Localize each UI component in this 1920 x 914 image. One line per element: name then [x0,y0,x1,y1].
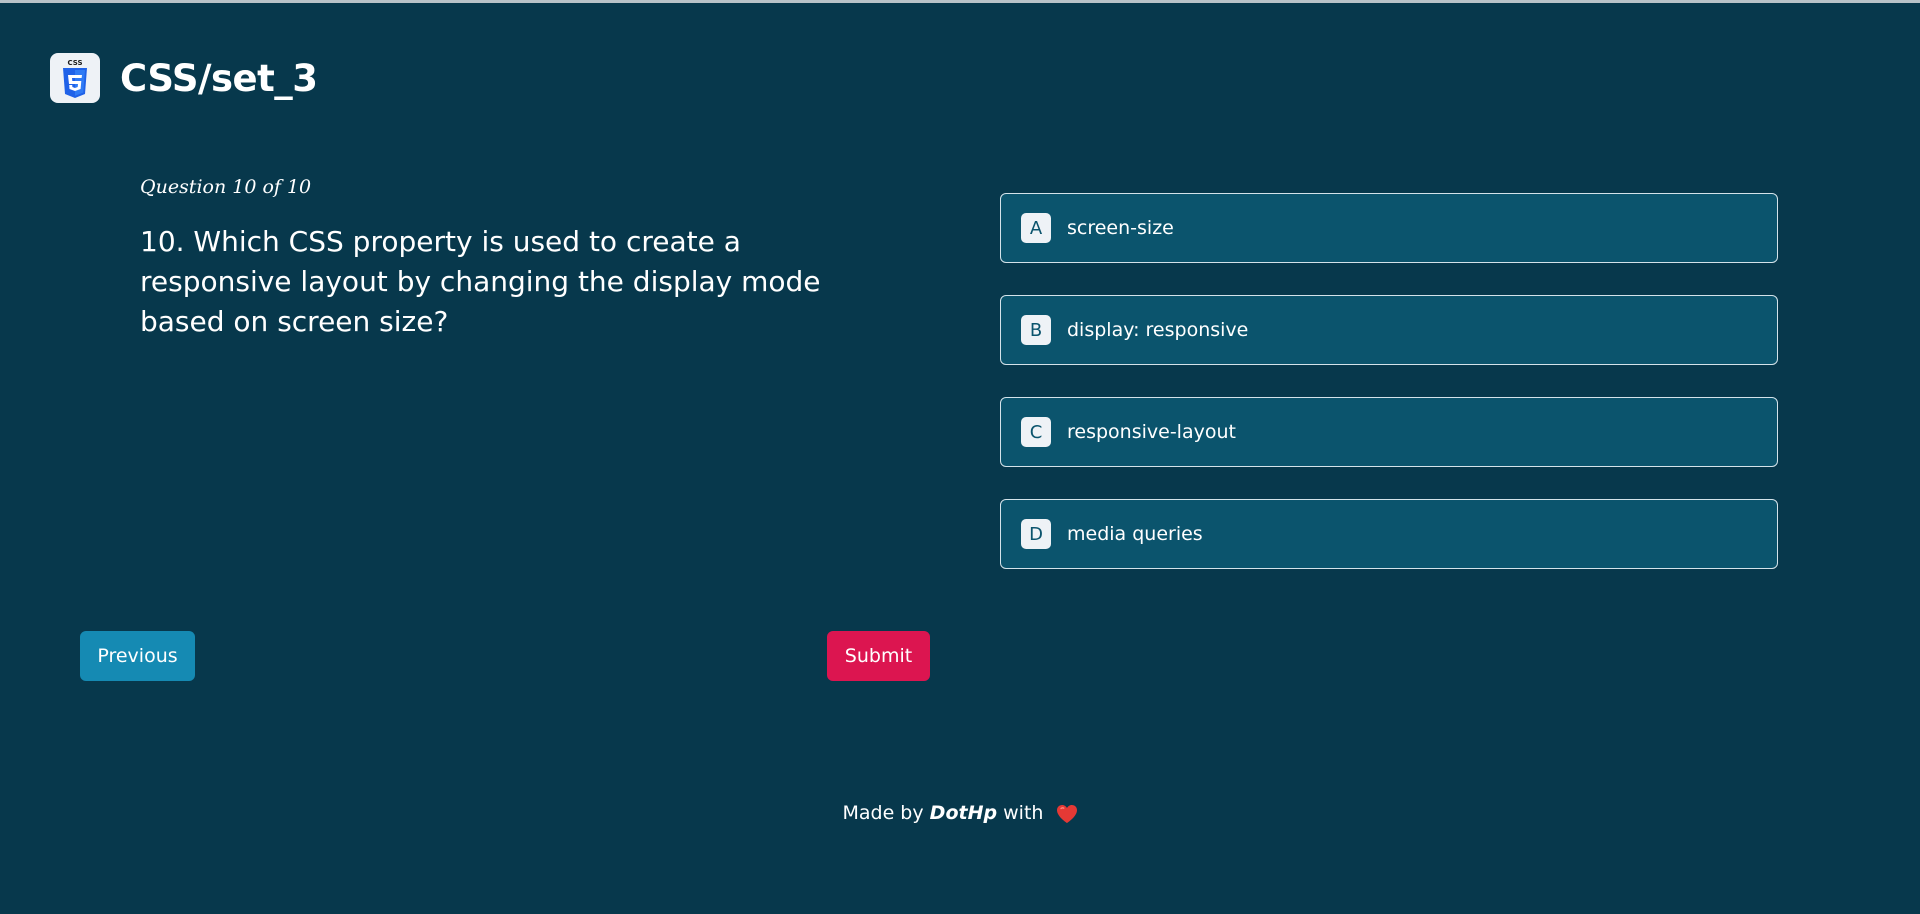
submit-button[interactable]: Submit [827,631,930,681]
option-a[interactable]: A screen-size [1000,193,1778,263]
option-letter: B [1021,315,1051,345]
option-letter: A [1021,213,1051,243]
option-label: display: responsive [1067,319,1249,341]
question-text: 10. Which CSS property is used to create… [140,225,821,338]
footer: Made by DotHp with [0,802,1920,824]
top-border [0,0,1920,3]
css3-logo: CSS [50,53,100,103]
footer-author: DotHp [929,802,998,824]
css3-shield-icon [63,67,87,98]
option-label: media queries [1067,523,1203,545]
footer-suffix: with [1003,802,1044,824]
option-label: responsive-layout [1067,421,1236,443]
footer-prefix: Made by [842,802,924,824]
logo-text: CSS [67,58,83,67]
option-d[interactable]: D media queries [1000,499,1778,569]
question-counter: Question 10 of 10 [140,176,312,198]
option-c[interactable]: C responsive-layout [1000,397,1778,467]
option-letter: D [1021,519,1051,549]
option-label: screen-size [1067,217,1174,239]
heart-icon [1056,804,1077,823]
app-title: CSS/set_3 [120,56,318,100]
header: CSS CSS/set_3 [50,53,318,103]
previous-button[interactable]: Previous [80,631,195,681]
option-b[interactable]: B display: responsive [1000,295,1778,365]
option-letter: C [1021,417,1051,447]
